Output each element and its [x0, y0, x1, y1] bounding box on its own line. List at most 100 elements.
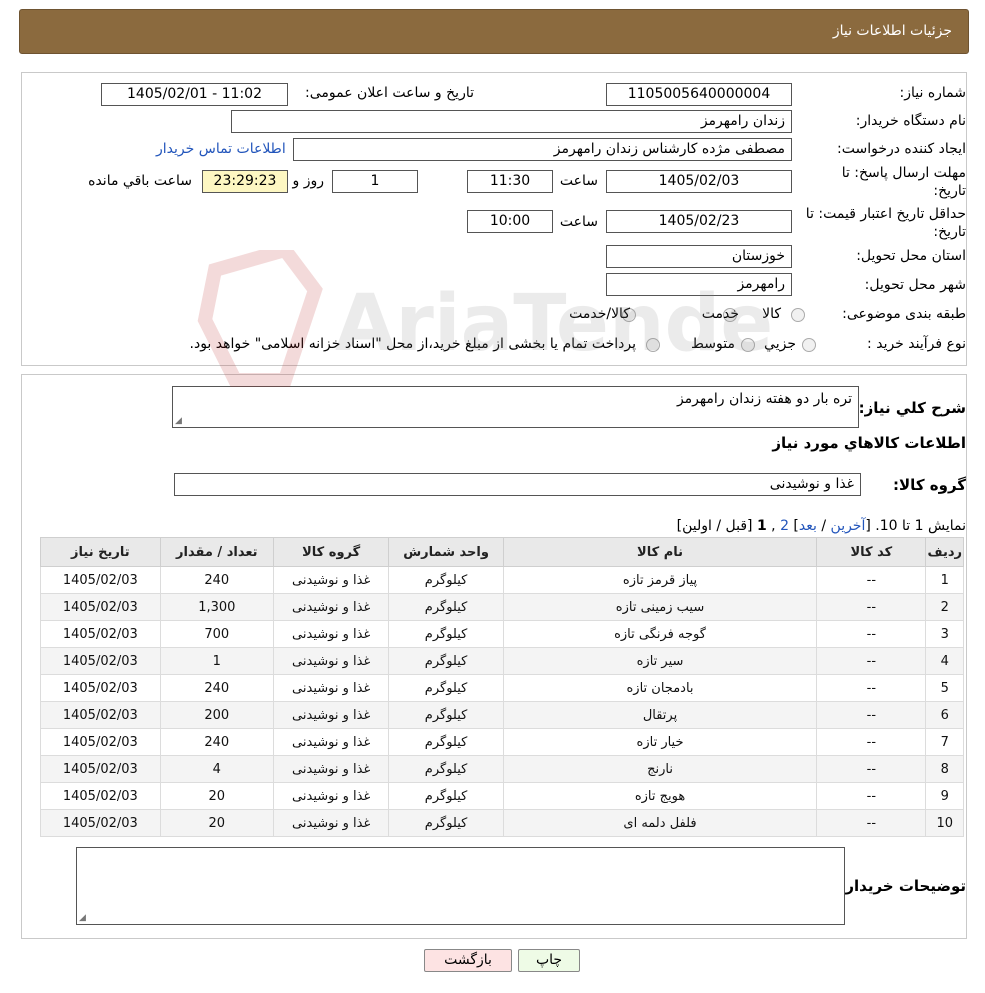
table-row: 10 -- فلفل دلمه ای کیلوگرم غذا و نوشیدنی 20 14… — [40, 809, 964, 837]
category-service-label: خدمت — [701, 306, 739, 322]
cell-quantity: 1 — [159, 647, 274, 675]
cell-quantity: 240 — [159, 566, 274, 594]
process-medium-label: متوسط — [691, 336, 735, 352]
cell-quantity: 1,300 — [159, 593, 274, 621]
cell-quantity: 200 — [159, 701, 274, 729]
cell-goods-name: خیار تازه — [502, 728, 818, 756]
days-label: روز و — [292, 173, 325, 189]
table-row: 5 -- بادمجان تازه کیلوگرم غذا و نوشیدنی 240 14… — [40, 674, 964, 702]
cell-row-number: 8 — [925, 755, 964, 783]
announce-datetime-field: 1405/02/01 - 11:02 — [101, 83, 288, 106]
city-label: شهر محل تحویل: — [864, 277, 966, 293]
cell-goods-group: غذا و نوشیدنی — [272, 782, 390, 810]
cell-need-date: 1405/02/03 — [40, 701, 161, 729]
print-button[interactable]: چاپ — [518, 949, 580, 972]
category-label: طبقه بندی موضوعی: — [842, 306, 966, 322]
cell-goods-code: -- — [816, 674, 927, 702]
validity-time-label: ساعت — [559, 214, 598, 230]
goods-group-label: گروه کالا: — [893, 476, 966, 494]
process-note-checkbox[interactable] — [646, 338, 660, 352]
resize-grip-icon[interactable]: ◢ — [175, 416, 182, 426]
pagination-page-2-link[interactable]: 2 — [780, 518, 789, 534]
col-quantity: تعداد / مقدار — [159, 537, 274, 567]
general-info-panel: شماره نیاز: 1105005640000004 تاریخ و ساع… — [21, 72, 967, 366]
col-unit: واحد شمارش — [388, 537, 504, 567]
cell-need-date: 1405/02/03 — [40, 593, 161, 621]
col-goods-code: کد کالا — [816, 537, 927, 567]
province-label: استان محل تحویل: — [856, 248, 966, 264]
buyer-notes-label: توضیحات خریدار: — [839, 877, 966, 895]
resize-grip-icon[interactable]: ◢ — [79, 913, 86, 923]
cell-quantity: 240 — [159, 728, 274, 756]
cell-unit: کیلوگرم — [388, 566, 504, 594]
pagination-current-page: 1 — [756, 518, 767, 534]
cell-need-date: 1405/02/03 — [40, 728, 161, 756]
cell-goods-code: -- — [816, 728, 927, 756]
buyer-org-field: زندان رامهرمز — [231, 110, 792, 133]
category-goods-label: کالا — [762, 306, 781, 322]
cell-goods-group: غذا و نوشیدنی — [272, 809, 390, 837]
cell-quantity: 4 — [159, 755, 274, 783]
announce-datetime-label: تاریخ و ساعت اعلان عمومی: — [305, 85, 474, 101]
cell-row-number: 5 — [925, 674, 964, 702]
table-header-row: ردیف کد کالا نام کالا واحد شمارش گروه کا… — [40, 537, 964, 567]
buyer-contact-link[interactable]: اطلاعات تماس خریدار — [156, 141, 286, 157]
cell-unit: کیلوگرم — [388, 647, 504, 675]
price-validity-label: حداقل تاریخ اعتبار قیمت: تا — [805, 206, 966, 222]
cell-quantity: 240 — [159, 674, 274, 702]
items-table-body: 1 -- پیاز قرمز تازه کیلوگرم غذا و نوشیدنی 240… — [40, 566, 964, 837]
cell-unit: کیلوگرم — [388, 674, 504, 702]
process-radio-minor[interactable] — [802, 338, 816, 352]
price-validity-label-2: تاریخ: — [933, 224, 966, 240]
cell-row-number: 4 — [925, 647, 964, 675]
cell-unit: کیلوگرم — [388, 809, 504, 837]
cell-goods-name: نارنج — [502, 755, 818, 783]
table-row: 8 -- نارنج کیلوگرم غذا و نوشیدنی 4 1405/02/03 — [40, 755, 964, 783]
table-row: 3 -- گوجه فرنگی تازه کیلوگرم غذا و نوشیدنی 70… — [40, 620, 964, 648]
general-description-label: شرح كلي نياز: — [858, 399, 966, 417]
buyer-notes-field[interactable]: ◢ — [76, 847, 845, 925]
need-number-field: 1105005640000004 — [606, 83, 792, 106]
cell-goods-group: غذا و نوشیدنی — [272, 566, 390, 594]
deadline-time-field: 11:30 — [467, 170, 553, 193]
cell-need-date: 1405/02/03 — [40, 755, 161, 783]
cell-goods-group: غذا و نوشیدنی — [272, 647, 390, 675]
general-description-text: تره بار دو هفته زندان رامهرمز — [676, 391, 852, 407]
page-title: جزئیات اطلاعات نیاز — [832, 23, 952, 39]
remaining-time-field: 23:29:23 — [202, 170, 288, 193]
cell-need-date: 1405/02/03 — [40, 674, 161, 702]
process-radio-medium[interactable] — [741, 338, 755, 352]
cell-goods-name: پرتقال — [502, 701, 818, 729]
cell-goods-name: بادمجان تازه — [502, 674, 818, 702]
cell-quantity: 20 — [159, 782, 274, 810]
table-row: 7 -- خیار تازه کیلوگرم غذا و نوشیدنی 240 1405/… — [40, 728, 964, 756]
cell-need-date: 1405/02/03 — [40, 566, 161, 594]
process-minor-label: جزیي — [764, 336, 796, 352]
cell-unit: کیلوگرم — [388, 755, 504, 783]
cell-goods-group: غذا و نوشیدنی — [272, 728, 390, 756]
pagination: نمایش 1 تا 10. [آخرین / بعد] 2 , 1 [قبل … — [677, 518, 966, 534]
cell-need-date: 1405/02/03 — [40, 620, 161, 648]
cell-goods-code: -- — [816, 755, 927, 783]
col-row-number: ردیف — [925, 537, 964, 567]
price-validity-time-field: 10:00 — [467, 210, 553, 233]
general-description-field[interactable]: تره بار دو هفته زندان رامهرمز ◢ — [172, 386, 859, 428]
cell-goods-code: -- — [816, 593, 927, 621]
cell-need-date: 1405/02/03 — [40, 647, 161, 675]
table-row: 9 -- هویج تازه کیلوگرم غذا و نوشیدنی 20 1405/0… — [40, 782, 964, 810]
buyer-org-label: نام دستگاه خریدار: — [855, 113, 966, 129]
cell-quantity: 20 — [159, 809, 274, 837]
cell-row-number: 1 — [925, 566, 964, 594]
cell-goods-group: غذا و نوشیدنی — [272, 593, 390, 621]
deadline-label: مهلت ارسال پاسخ: تا — [841, 165, 966, 181]
cell-goods-name: فلفل دلمه ای — [502, 809, 818, 837]
back-button[interactable]: بازگشت — [424, 949, 512, 972]
pagination-next-link[interactable]: بعد — [799, 518, 817, 534]
pagination-bracket: ] — [788, 518, 799, 534]
cell-unit: کیلوگرم — [388, 701, 504, 729]
cell-goods-code: -- — [816, 647, 927, 675]
page-header: جزئیات اطلاعات نیاز — [19, 9, 969, 54]
category-radio-goods[interactable] — [791, 308, 805, 322]
cell-goods-group: غذا و نوشیدنی — [272, 674, 390, 702]
pagination-last-link[interactable]: آخرین — [831, 518, 866, 534]
